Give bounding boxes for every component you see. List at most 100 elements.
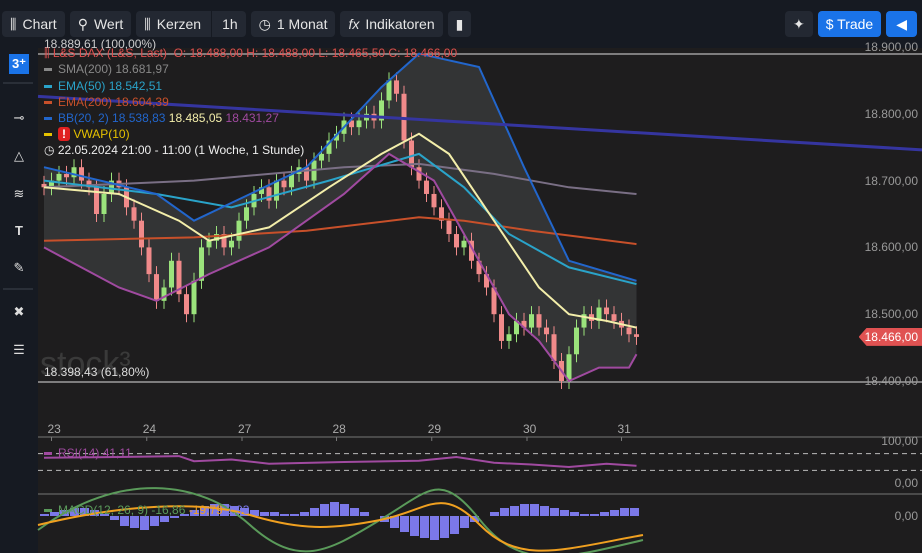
ema200-legend[interactable]: EMA(200) 18.604,39	[44, 95, 169, 109]
x-axis-day-label: 30	[523, 422, 537, 436]
candle	[394, 80, 399, 94]
vwap-legend[interactable]: ! VWAP(10)	[44, 127, 130, 141]
wert-label: Wert	[93, 16, 124, 32]
vwap-label: VWAP(10)	[73, 127, 130, 141]
triangle-icon[interactable]: △	[0, 148, 38, 164]
candle	[169, 260, 174, 288]
candle	[206, 240, 212, 248]
wert-button[interactable]: ⚲ Wert	[69, 11, 132, 37]
candles-icon: ⫼	[144, 15, 151, 32]
candle	[221, 234, 227, 248]
warning-icon[interactable]: !	[58, 127, 70, 141]
range-legend: ◷ 22.05.2024 21:00 - 11:00 (1 Woche, 1 S…	[44, 143, 304, 157]
candle	[409, 140, 414, 168]
macd-label: MACD(12, 26, 9)	[58, 503, 149, 517]
chart-button[interactable]: ⫼ Chart	[2, 11, 65, 37]
trade-button[interactable]: $ Trade	[817, 11, 882, 37]
trade-label: $ Trade	[825, 16, 874, 32]
candle	[371, 113, 377, 121]
sma-label: SMA(200)	[58, 62, 113, 76]
macd-histogram-bar	[270, 512, 279, 516]
candle	[551, 334, 557, 361]
bb-legend[interactable]: BB(20, 2) 18.538,83 18.485,05 18.431,27	[44, 111, 279, 125]
candle	[529, 314, 534, 328]
ema50-legend[interactable]: EMA(50) 18.542,51	[44, 79, 162, 93]
macd-histogram-bar	[550, 508, 559, 516]
ema50-line	[43, 152, 637, 286]
chart-type-group: ⫼ Kerzen 1h	[136, 11, 246, 37]
candle	[124, 187, 129, 208]
candle	[596, 307, 602, 321]
candle	[626, 327, 632, 335]
tools-icon[interactable]: ✖	[0, 304, 38, 320]
x-axis-day-label: 28	[332, 422, 346, 436]
ema200-label: EMA(200)	[58, 95, 113, 109]
sparkle-button[interactable]: ✦	[785, 11, 813, 37]
macd-histogram-bar	[400, 516, 409, 532]
slider-icon[interactable]: ⊸	[0, 110, 38, 126]
candle	[251, 193, 257, 208]
vwap-line	[43, 132, 637, 329]
macd-histogram-bar	[460, 516, 469, 528]
candle	[341, 120, 347, 134]
pattern-icon[interactable]: ≋	[0, 186, 38, 202]
interval-button[interactable]: 1h	[222, 16, 238, 32]
candle	[49, 180, 54, 188]
candle	[349, 120, 354, 128]
ema50-label: EMA(50)	[58, 79, 106, 93]
collapse-button[interactable]: ◀	[886, 11, 917, 37]
pen-icon[interactable]: ✎	[0, 260, 38, 276]
candle	[139, 220, 144, 248]
candle	[64, 173, 69, 178]
candle	[101, 193, 107, 214]
ema50-value: 18.542,51	[108, 79, 163, 93]
period-label: 1 Monat	[276, 16, 328, 32]
range-text: 22.05.2024 21:00 - 11:00 (1 Woche, 1 Stu…	[57, 143, 305, 157]
macd-histogram-bar	[600, 512, 609, 516]
candle	[191, 280, 197, 315]
macd-histogram-bar	[520, 504, 529, 516]
candle	[146, 247, 152, 275]
candle	[214, 234, 219, 241]
candle	[439, 207, 444, 221]
candle	[259, 187, 264, 194]
candle	[131, 207, 137, 221]
macd-histogram-bar	[260, 512, 269, 516]
text-icon[interactable]: T	[0, 223, 38, 238]
candle	[229, 240, 234, 248]
candle	[581, 314, 587, 328]
y-axis-label: 18.700,00	[864, 173, 918, 188]
bb-label: BB(20, 2)	[58, 111, 109, 125]
y-axis-label: 18.800,00	[864, 106, 918, 121]
instrument-name: L&S DAX (L&S, Last)	[52, 46, 167, 60]
kerzen-button[interactable]: Kerzen	[157, 16, 201, 32]
candle	[604, 307, 609, 315]
indikatoren-button[interactable]: fx Indikatoren	[340, 11, 443, 37]
candle	[566, 354, 572, 381]
macd-histogram-bar	[430, 516, 439, 540]
stock3-logo[interactable]: 3⁺	[9, 54, 29, 74]
layout-icon[interactable]: ☰	[0, 342, 38, 358]
candle	[236, 220, 242, 241]
bookmark-button[interactable]: ▮	[447, 11, 472, 37]
x-axis-day-label: 29	[427, 422, 442, 436]
x-axis-day-label: 24	[142, 422, 157, 436]
macd-legend[interactable]: MACD(12, 26, 9) -16,86 -19,79 2,93	[44, 503, 249, 517]
sma-legend[interactable]: SMA(200) 18.681,97	[44, 62, 169, 76]
candle	[469, 240, 474, 261]
macd-histogram-bar	[590, 514, 599, 516]
rsi-axis-label: 0,00	[894, 476, 918, 490]
candle	[244, 207, 249, 221]
rsi-legend[interactable]: RSI(14) 41,11	[44, 446, 132, 460]
macd-line	[37, 487, 644, 553]
y-axis-label: 18.600,00	[864, 240, 918, 255]
candle	[446, 220, 452, 235]
macd-histogram-bar	[120, 516, 129, 526]
candle	[454, 234, 459, 248]
candle	[356, 120, 362, 128]
candle	[154, 274, 159, 301]
period-button[interactable]: ◷ 1 Monat	[250, 11, 336, 37]
candle	[184, 294, 189, 315]
bb-lower-line	[43, 152, 638, 383]
candle	[401, 93, 407, 141]
